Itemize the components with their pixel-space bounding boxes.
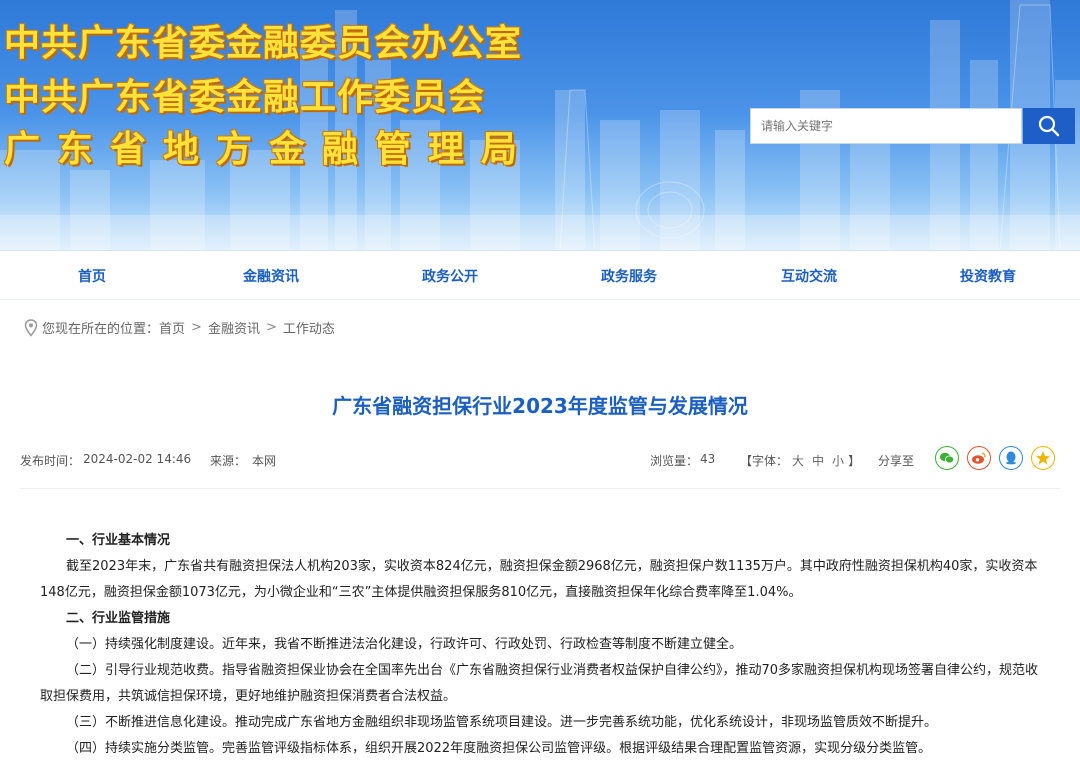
font-label-close: 】 bbox=[848, 454, 861, 468]
qq-icon[interactable] bbox=[999, 446, 1023, 470]
source-value: 本网 bbox=[252, 454, 277, 468]
article-meta: 发布时间： 2024-02-02 14:46 来源： 本网 浏览量： 43 【字… bbox=[20, 446, 1060, 472]
section-heading: 一、行业基本情况 bbox=[66, 533, 171, 548]
breadcrumb-item-home[interactable]: 首页 bbox=[159, 318, 185, 337]
font-size-large[interactable]: 大 bbox=[792, 454, 804, 468]
breadcrumb-item-work-updates[interactable]: 工作动态 bbox=[283, 318, 335, 337]
font-size-medium[interactable]: 中 bbox=[812, 454, 824, 468]
nav-item-gov-affairs[interactable]: 政务公开 bbox=[390, 266, 510, 286]
section-heading: 二、行业监管措施 bbox=[66, 611, 171, 626]
location-pin-icon bbox=[24, 318, 38, 337]
font-label-open: 【字体： bbox=[740, 454, 789, 468]
article-paragraph: （二）引导行业规范收费。指导省融资担保业协会在全国率先出台《广东省融资担保行业消… bbox=[40, 663, 1039, 704]
article-paragraph: （四）持续实施分类监管。完善监管评级指标体系，组织开展2022年度融资担保公司监… bbox=[66, 741, 932, 756]
search-input[interactable] bbox=[750, 108, 1022, 144]
source-label: 来源： bbox=[210, 454, 247, 468]
nav-item-home[interactable]: 首页 bbox=[32, 266, 152, 286]
breadcrumb: 您现在所在的位置： 首页 > 金融资讯 > 工作动态 bbox=[24, 318, 335, 337]
nav-item-gov-services[interactable]: 政务服务 bbox=[569, 266, 689, 286]
article-title: 广东省融资担保行业2023年度监管与发展情况 bbox=[332, 394, 748, 418]
share-label: 分享至 bbox=[878, 454, 915, 468]
wechat-icon[interactable] bbox=[935, 446, 959, 470]
search-button[interactable] bbox=[1023, 108, 1075, 144]
nav-item-finance-news[interactable]: 金融资讯 bbox=[211, 266, 331, 286]
org-name-line-3: 广东省地方金融管理局 bbox=[4, 129, 535, 170]
search-icon bbox=[1038, 115, 1060, 137]
publish-label: 发布时间： bbox=[20, 454, 81, 468]
meta-divider bbox=[20, 488, 1060, 489]
views-count: 43 bbox=[700, 452, 716, 466]
breadcrumb-separator: > bbox=[265, 320, 277, 335]
breadcrumb-item-finance-news[interactable]: 金融资讯 bbox=[208, 318, 260, 337]
weibo-icon[interactable] bbox=[967, 446, 991, 470]
font-size-control: 【字体：大中小】 bbox=[740, 452, 860, 469]
main-nav: 首页 金融资讯 政务公开 政务服务 互动交流 投资教育 bbox=[0, 250, 1080, 300]
article-paragraph: （一）持续强化制度建设。近年来，我省不断推进法治化建设，行政许可、行政处罚、行政… bbox=[66, 637, 743, 652]
nav-item-interaction[interactable]: 互动交流 bbox=[749, 266, 869, 286]
font-size-small[interactable]: 小 bbox=[832, 454, 844, 468]
qzone-icon[interactable] bbox=[1031, 446, 1055, 470]
article-paragraph: 截至2023年末，广东省共有融资担保法人机构203家，实收资本824亿元，融资担… bbox=[40, 559, 1038, 600]
publish-time: 2024-02-02 14:46 bbox=[83, 452, 192, 466]
nav-item-investor-education[interactable]: 投资教育 bbox=[928, 266, 1048, 286]
views-label: 浏览量： bbox=[650, 454, 699, 468]
breadcrumb-prefix: 您现在所在的位置： bbox=[42, 322, 160, 337]
breadcrumb-separator: > bbox=[191, 320, 202, 335]
org-name-line-2: 中共广东省委金融工作委员会 bbox=[4, 77, 486, 118]
header-banner: 中共广东省委金融委员会办公室 中共广东省委金融工作委员会 广东省地方金融管理局 bbox=[0, 0, 1080, 250]
article-paragraph: （三）不断推进信息化建设。推动完成广东省地方金融组织非现场监管系统项目建设。进一… bbox=[66, 715, 938, 730]
article-body: 一、行业基本情况 截至2023年末，广东省共有融资担保法人机构203家，实收资本… bbox=[40, 528, 1050, 762]
org-name-line-1: 中共广东省委金融委员会办公室 bbox=[4, 23, 523, 64]
